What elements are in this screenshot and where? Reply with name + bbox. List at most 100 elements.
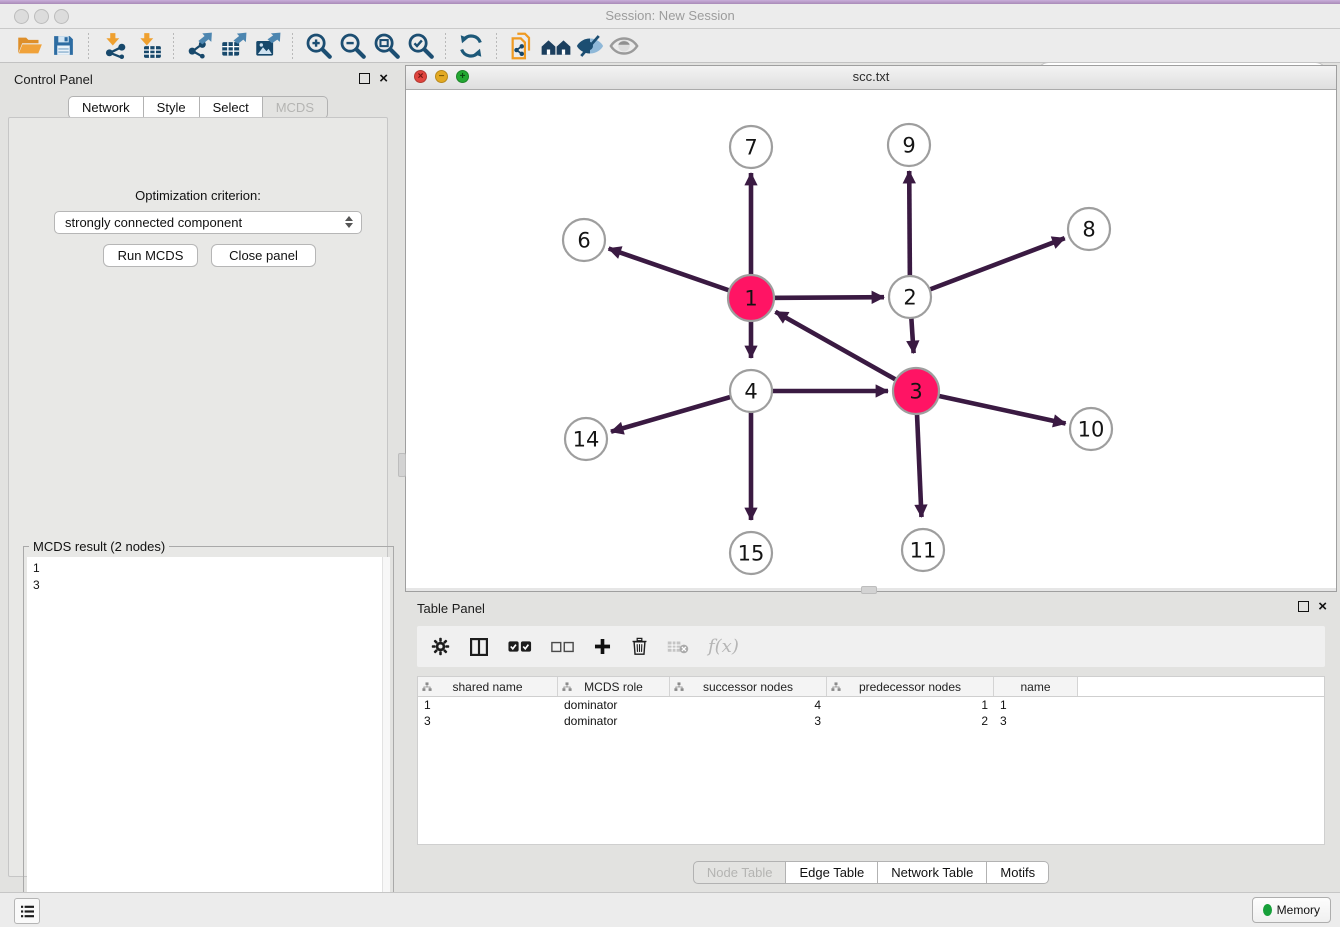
table-row[interactable]: 3dominator323 [418,713,1324,729]
control-panel: Control Panel × NetworkStyleSelectMCDS O… [0,65,396,880]
app-title: Session: New Session [0,8,1340,23]
toolbar-separator [496,33,497,59]
column-header-predecessor-nodes[interactable]: predecessor nodes [827,677,994,696]
network-document-icon[interactable] [505,31,539,61]
main-toolbar [0,29,1340,63]
column-label: MCDS role [584,680,643,694]
table-cell[interactable]: 3 [670,713,827,729]
table-cell[interactable]: 1 [994,697,1078,713]
table-toolbar: f(x) [417,626,1325,667]
memory-button[interactable]: Memory [1252,897,1331,923]
column-label: shared name [452,680,522,694]
show-eye-icon[interactable] [607,31,641,61]
export-image-icon[interactable] [250,31,284,61]
column-header-MCDS-role[interactable]: MCDS role [558,677,670,696]
node-table-body: 1dominator4113dominator323 [418,697,1324,729]
graph-node-label-9: 9 [902,133,915,157]
column-header-shared-name[interactable]: shared name [418,677,558,696]
graph-node-label-2: 2 [903,285,916,309]
toolbar-separator [173,33,174,59]
network-canvas-svg[interactable]: 7968124314101511 [406,89,1336,589]
column-label: predecessor nodes [859,680,961,694]
horizontal-splitter-handle[interactable] [861,586,877,594]
vertical-splitter-handle[interactable] [398,453,406,477]
float-table-panel-icon[interactable] [1298,601,1309,612]
import-table-icon[interactable] [131,31,165,61]
column-header-name[interactable]: name [994,677,1078,696]
table-cell[interactable]: 4 [670,697,827,713]
tab-network[interactable]: Network [68,96,144,119]
hierarchy-icon [831,681,841,695]
trash-icon[interactable] [631,637,648,656]
table-panel: Table Panel × f(x) shared nameMCDS roles… [405,595,1337,888]
close-panel-button[interactable]: Close panel [211,244,316,267]
memory-status-icon [1263,904,1272,916]
import-network-icon[interactable] [97,31,131,61]
refresh-icon[interactable] [454,31,488,61]
split-columns-icon[interactable] [469,637,489,657]
tab-select[interactable]: Select [200,96,263,119]
control-panel-title: Control Panel [14,72,93,87]
table-cell[interactable]: dominator [558,697,670,713]
network-window-titlebar[interactable]: × − + scc.txt [406,66,1336,90]
table-cell[interactable]: 2 [827,713,994,729]
export-network-icon[interactable] [182,31,216,61]
delete-table-icon[interactable] [667,639,689,655]
optimization-criterion-value: strongly connected component [65,215,242,230]
hide-eye-icon[interactable] [573,31,607,61]
tab-mcds[interactable]: MCDS [263,96,328,119]
export-table-icon[interactable] [216,31,250,61]
table-cell[interactable]: 3 [994,713,1078,729]
select-stepper-icon [345,216,353,228]
close-table-panel-icon[interactable]: × [1318,602,1327,612]
mcds-result-scrollbar[interactable] [382,557,390,922]
task-list-icon [20,905,35,918]
table-cell[interactable]: 1 [418,697,558,713]
tab-edge-table[interactable]: Edge Table [786,861,878,884]
hierarchy-icon [562,681,572,695]
table-panel-title: Table Panel [417,601,485,616]
function-fx-icon: f(x) [708,636,739,657]
network-view-title: scc.txt [406,69,1336,84]
mcds-result-text[interactable]: 1 3 [27,557,383,922]
float-panel-icon[interactable] [359,73,370,84]
graph-node-label-4: 4 [744,379,757,403]
node-table-header: shared name MCDS role successor nodes prede… [418,677,1324,697]
task-history-button[interactable] [14,898,40,924]
tab-node-table[interactable]: Node Table [693,861,787,884]
graph-edge-3-1[interactable] [775,312,916,391]
tab-motifs[interactable]: Motifs [987,861,1049,884]
hierarchy-icon [422,681,432,695]
gear-icon[interactable] [431,637,450,656]
zoom-in-icon[interactable] [301,31,335,61]
mcds-panel: Optimization criterion: strongly connect… [8,117,388,877]
table-cell[interactable]: dominator [558,713,670,729]
column-header-successor-nodes[interactable]: successor nodes [670,677,827,696]
optimization-criterion-select[interactable]: strongly connected component [54,211,362,234]
checked-boxes-icon[interactable] [508,640,532,653]
table-cell[interactable]: 3 [418,713,558,729]
table-cell[interactable]: 1 [827,697,994,713]
graph-edge-2-8[interactable] [910,238,1065,297]
unchecked-boxes-icon[interactable] [551,641,574,653]
mcds-result-title: MCDS result (2 nodes) [29,539,169,554]
zoom-fit-icon[interactable] [369,31,403,61]
toolbar-separator [445,33,446,59]
houses-icon[interactable] [539,31,573,61]
control-panel-tabs: NetworkStyleSelectMCDS [0,96,396,119]
open-folder-icon[interactable] [12,31,46,61]
zoom-out-icon[interactable] [335,31,369,61]
zoom-selected-icon[interactable] [403,31,437,61]
run-mcds-button[interactable]: Run MCDS [103,244,198,267]
save-icon[interactable] [46,31,80,61]
graph-node-label-1: 1 [744,286,757,310]
graph-node-label-8: 8 [1082,217,1095,241]
graph-node-label-15: 15 [738,541,765,565]
add-column-icon[interactable] [593,637,612,656]
tab-network-table[interactable]: Network Table [878,861,987,884]
node-table: shared name MCDS role successor nodes prede… [417,676,1325,845]
tab-style[interactable]: Style [144,96,200,119]
close-panel-icon[interactable]: × [379,74,388,84]
table-row[interactable]: 1dominator411 [418,697,1324,713]
graph-node-label-7: 7 [744,135,757,159]
